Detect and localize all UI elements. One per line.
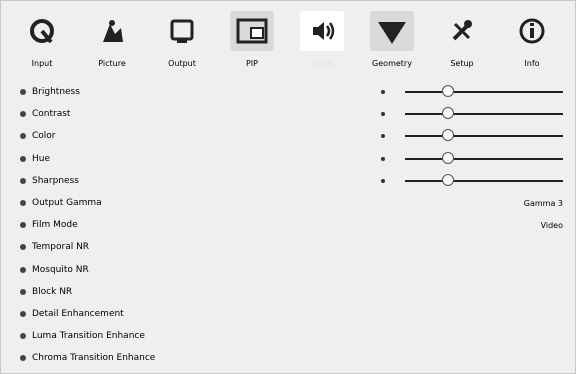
output-gamma-row[interactable]: Output Gamma Gamma 3 bbox=[17, 192, 563, 214]
slider-track bbox=[405, 179, 563, 182]
tab-bar: Input Picture Output PIP Audio Geometry … bbox=[7, 7, 569, 73]
tab-pip[interactable]: PIP bbox=[217, 7, 287, 73]
slider-track bbox=[405, 135, 563, 138]
slider-dot-icon bbox=[381, 112, 385, 117]
luma-transition-enhance-row[interactable]: Luma Transition Enhance bbox=[17, 325, 563, 347]
property-bullet-icon bbox=[17, 308, 29, 320]
sharpness-row[interactable]: Sharpness bbox=[17, 170, 563, 192]
input-icon bbox=[20, 11, 64, 51]
film-mode-value[interactable]: Video bbox=[541, 221, 563, 230]
setup-icon bbox=[440, 11, 484, 51]
tab-label: Setup bbox=[450, 59, 474, 68]
property-label: Color bbox=[32, 131, 56, 142]
property-bullet-icon bbox=[17, 197, 29, 209]
slider-knob[interactable] bbox=[442, 151, 455, 164]
hue-slider[interactable] bbox=[381, 151, 563, 166]
property-bullet-icon bbox=[17, 330, 29, 342]
temporal-nr-row[interactable]: Temporal NR bbox=[17, 236, 563, 258]
slider-knob[interactable] bbox=[442, 173, 455, 186]
color-slider[interactable] bbox=[381, 129, 563, 143]
contrast-row[interactable]: Contrast bbox=[17, 103, 563, 125]
tab-picture[interactable]: Picture bbox=[77, 7, 147, 73]
property-bullet-icon bbox=[17, 108, 29, 120]
property-bullet-icon bbox=[17, 286, 29, 298]
property-label: Film Mode bbox=[32, 220, 78, 231]
output-icon bbox=[160, 11, 204, 51]
slider-track bbox=[405, 113, 563, 116]
slider-track bbox=[405, 157, 563, 160]
slider-dot-icon bbox=[381, 178, 385, 183]
film-mode-row[interactable]: Film Mode Video bbox=[17, 214, 563, 236]
property-label: Luma Transition Enhance bbox=[32, 331, 145, 342]
audio-icon bbox=[300, 11, 344, 51]
tab-label: Output bbox=[168, 59, 196, 68]
tab-label: Audio bbox=[310, 59, 334, 68]
picture-icon bbox=[90, 11, 134, 51]
osd-menu-window: Input Picture Output PIP Audio Geometry … bbox=[0, 0, 576, 374]
slider-dot-icon bbox=[381, 156, 385, 161]
tab-audio[interactable]: Audio bbox=[287, 7, 357, 73]
property-label: Chroma Transition Enhance bbox=[32, 353, 156, 364]
property-bullet-icon bbox=[17, 86, 29, 98]
tab-label: Geometry bbox=[372, 59, 412, 68]
color-row[interactable]: Color bbox=[17, 125, 563, 147]
property-label: Contrast bbox=[32, 109, 71, 120]
slider-track bbox=[405, 91, 563, 93]
brightness-row[interactable]: Brightness bbox=[17, 81, 563, 103]
property-bullet-icon bbox=[17, 153, 29, 165]
property-bullet-icon bbox=[17, 241, 29, 253]
output-gamma-value[interactable]: Gamma 3 bbox=[524, 199, 563, 208]
tab-geometry[interactable]: Geometry bbox=[357, 7, 427, 73]
sharpness-slider[interactable] bbox=[381, 173, 563, 188]
mosquito-nr-row[interactable]: Mosquito NR bbox=[17, 259, 563, 281]
property-label: Hue bbox=[32, 153, 51, 164]
property-bullet-icon bbox=[17, 175, 29, 187]
slider-dot-icon bbox=[381, 90, 385, 94]
tab-label: PIP bbox=[245, 59, 258, 68]
property-list: Brightness Contrast Color Hue Sharpness … bbox=[17, 81, 563, 369]
property-bullet-icon bbox=[17, 130, 29, 142]
block-nr-row[interactable]: Block NR bbox=[17, 281, 563, 303]
tab-label: Picture bbox=[98, 59, 126, 68]
tab-label: Info bbox=[524, 59, 540, 68]
tab-label: Input bbox=[31, 59, 53, 68]
property-label: Temporal NR bbox=[32, 242, 90, 253]
tab-info[interactable]: Info bbox=[497, 7, 567, 73]
tab-input[interactable]: Input bbox=[7, 7, 77, 73]
slider-knob[interactable] bbox=[442, 85, 455, 97]
brightness-slider[interactable] bbox=[381, 85, 563, 99]
geometry-icon bbox=[370, 11, 414, 51]
tab-output[interactable]: Output bbox=[147, 7, 217, 73]
pip-icon bbox=[230, 11, 274, 51]
contrast-slider[interactable] bbox=[381, 107, 563, 121]
slider-dot-icon bbox=[381, 134, 385, 139]
property-bullet-icon bbox=[17, 219, 29, 231]
property-label: Mosquito NR bbox=[32, 264, 89, 275]
slider-knob[interactable] bbox=[442, 107, 455, 120]
property-label: Block NR bbox=[32, 286, 73, 297]
hue-row[interactable]: Hue bbox=[17, 148, 563, 170]
property-label: Output Gamma bbox=[32, 198, 102, 209]
property-bullet-icon bbox=[17, 352, 29, 364]
info-icon bbox=[510, 11, 554, 51]
property-label: Sharpness bbox=[32, 175, 79, 186]
property-label: Detail Enhancement bbox=[32, 308, 124, 319]
tab-setup[interactable]: Setup bbox=[427, 7, 497, 73]
slider-knob[interactable] bbox=[442, 129, 455, 142]
detail-enhancement-row[interactable]: Detail Enhancement bbox=[17, 303, 563, 325]
property-bullet-icon bbox=[17, 264, 29, 276]
chroma-transition-enhance-row[interactable]: Chroma Transition Enhance bbox=[17, 347, 563, 369]
property-label: Brightness bbox=[32, 87, 80, 98]
